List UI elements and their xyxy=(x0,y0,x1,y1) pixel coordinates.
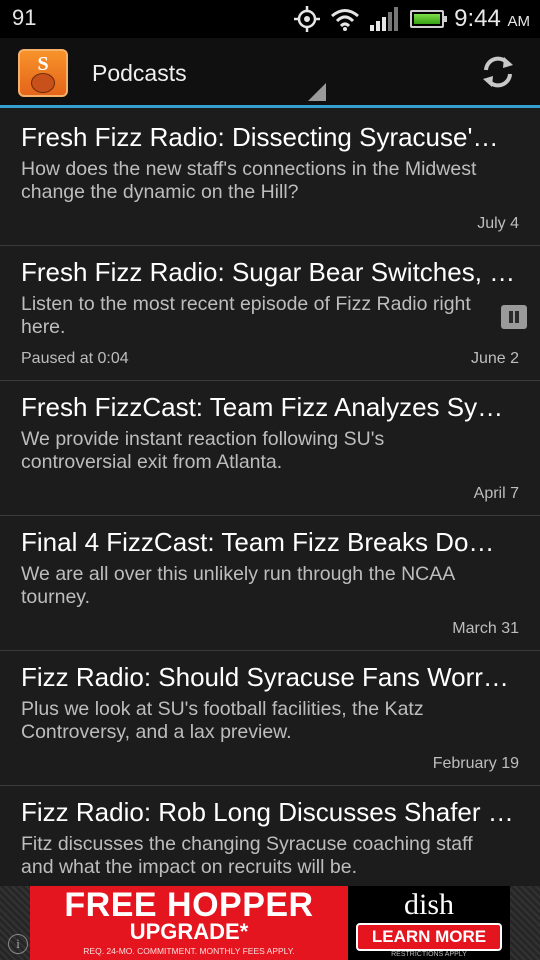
podcast-date: February 19 xyxy=(432,755,519,772)
learn-more-button[interactable]: LEARN MORE xyxy=(356,923,502,951)
podcast-description: We are all over this unlikely run throug… xyxy=(21,563,455,608)
podcast-title: Fresh Fizz Radio: Sugar Bear Switches, … xyxy=(21,257,516,287)
podcast-date: July 4 xyxy=(477,215,519,232)
pause-icon[interactable] xyxy=(501,305,527,329)
podcast-description: We provide instant reaction following SU… xyxy=(21,428,385,473)
ad-banner[interactable]: i FREE HOPPER UPGRADE* REQ. 24-MO. COMMI… xyxy=(0,886,540,960)
podcast-date: March 31 xyxy=(452,620,519,637)
dropdown-indicator-icon[interactable] xyxy=(308,83,326,101)
podcast-title: Fresh Fizz Radio: Dissecting Syracuse'… xyxy=(21,122,499,152)
podcast-title: Final 4 FizzCast: Team Fizz Breaks Do… xyxy=(21,527,495,557)
podcast-description: Fitz discusses the changing Syracuse coa… xyxy=(21,833,473,878)
podcast-description: Listen to the most recent episode of Fiz… xyxy=(21,293,471,338)
list-item[interactable]: Fizz Radio: Should Syracuse Fans Worr… P… xyxy=(0,651,540,786)
podcast-date: April 7 xyxy=(473,485,519,502)
list-item[interactable]: Fizz Radio: Rob Long Discusses Shafer … … xyxy=(0,786,540,886)
notification-count: 91 xyxy=(12,5,37,30)
status-icons: 9:44 AM xyxy=(294,4,530,34)
app-logo-icon[interactable]: S xyxy=(18,49,68,97)
ad-info-icon[interactable]: i xyxy=(8,934,28,954)
playback-status: Paused at 0:04 xyxy=(21,350,129,367)
podcast-list[interactable]: Fresh Fizz Radio: Dissecting Syracuse'… … xyxy=(0,111,540,886)
podcast-description: How does the new staff's connections in … xyxy=(21,158,477,203)
list-item[interactable]: Fresh FizzCast: Team Fizz Analyzes Sy… W… xyxy=(0,381,540,516)
gps-icon xyxy=(294,6,321,32)
list-item[interactable]: Fresh Fizz Radio: Sugar Bear Switches, …… xyxy=(0,246,540,381)
wifi-icon xyxy=(331,9,360,31)
status-bar: 91 9:44 AM xyxy=(0,0,540,38)
page-title[interactable]: Podcasts xyxy=(92,60,187,87)
podcast-title: Fresh FizzCast: Team Fizz Analyzes Sy… xyxy=(21,392,504,422)
podcast-title: Fizz Radio: Rob Long Discusses Shafer … xyxy=(21,797,514,827)
ad-restrictions: RESTRICTIONS APPLY xyxy=(391,951,467,958)
signal-icon xyxy=(370,7,399,31)
podcast-title: Fizz Radio: Should Syracuse Fans Worr… xyxy=(21,662,509,692)
battery-icon xyxy=(410,10,448,28)
refresh-icon[interactable] xyxy=(480,54,516,90)
list-item[interactable]: Fresh Fizz Radio: Dissecting Syracuse'… … xyxy=(0,111,540,246)
basketball-icon xyxy=(31,73,55,93)
ad-brand-panel[interactable]: dish LEARN MORE RESTRICTIONS APPLY xyxy=(348,886,510,960)
action-bar: S Podcasts xyxy=(0,38,540,108)
ad-brand-logo: dish xyxy=(403,888,454,921)
ad-subline: UPGRADE* xyxy=(129,919,249,944)
podcast-date: June 2 xyxy=(470,350,519,367)
ad-offer[interactable]: FREE HOPPER UPGRADE* REQ. 24-MO. COMMITM… xyxy=(30,886,348,960)
list-item[interactable]: Final 4 FizzCast: Team Fizz Breaks Do… W… xyxy=(0,516,540,651)
clock: 9:44 AM xyxy=(454,5,530,32)
ad-fine-print: REQ. 24-MO. COMMITMENT. MONTHLY FEES APP… xyxy=(83,946,295,956)
podcast-description: Plus we look at SU's football facilities… xyxy=(21,698,424,743)
